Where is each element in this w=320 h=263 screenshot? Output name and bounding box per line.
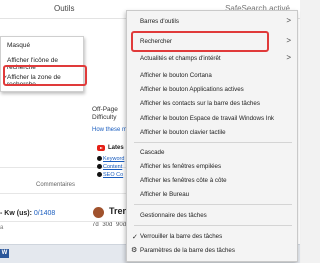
menu-item-active-apps[interactable]: Afficher le bouton Applications actives: [140, 86, 244, 93]
content-link[interactable]: Content: [97, 164, 122, 170]
menu-item-taskbar-settings[interactable]: Paramètres de la barre des tâches: [140, 247, 235, 254]
submenu-item-hidden[interactable]: Masqué: [7, 42, 30, 49]
keyword-link[interactable]: Keyword: [97, 156, 124, 162]
difficulty-label: Difficulty: [92, 114, 117, 121]
gear-icon: ⚙: [131, 247, 138, 254]
menu-item-show-desktop[interactable]: Afficher le Bureau: [140, 191, 189, 198]
menu-item-news-interests[interactable]: Actualités et champs d'intérêt: [140, 55, 221, 62]
menu-item-touch-keyboard[interactable]: Afficher le bouton clavier tactile: [140, 129, 226, 136]
bullet-icon: [97, 164, 102, 169]
menu-item-toolbars[interactable]: Barres d'outils: [140, 18, 179, 25]
menu-separator: [134, 204, 292, 205]
offpage-difficulty-heading: Off-Page Difficulty: [92, 106, 118, 122]
divider: [0, 193, 130, 194]
menu-separator: [134, 225, 292, 226]
offpage-title: Off-Page: [92, 106, 118, 113]
divider: [0, 221, 130, 222]
menu-item-cortana[interactable]: Afficher le bouton Cortana: [140, 72, 212, 79]
menu-item-cascade[interactable]: Cascade: [140, 149, 164, 156]
menu-item-stacked[interactable]: Afficher les fenêtres empilées: [140, 163, 221, 170]
menu-item-lock-taskbar[interactable]: Verrouiller la barre des tâches: [140, 233, 222, 240]
seo-link[interactable]: SEO Co: [97, 172, 123, 178]
highlight-box: [131, 31, 269, 52]
keyword-unit: (us):: [16, 210, 32, 217]
keyword-count[interactable]: 0/1408: [34, 210, 55, 217]
comments-label[interactable]: Commentaires: [36, 182, 75, 188]
chevron-right-icon: >: [286, 16, 291, 25]
chevron-right-icon: >: [286, 36, 291, 45]
menu-item-side-by-side[interactable]: Afficher les fenêtres côte à côte: [140, 177, 227, 184]
truncated-text: a: [0, 225, 4, 231]
period-tabs[interactable]: 7d 30d 90d: [92, 222, 126, 228]
menu-item-task-manager[interactable]: Gestionnaire des tâches: [140, 212, 207, 219]
chevron-right-icon: >: [286, 53, 291, 62]
menu-item-contacts[interactable]: Afficher les contacts sur la barre des t…: [140, 100, 260, 107]
keyword-stat: - Kw (us): 0/1408: [0, 210, 55, 217]
taskbar-context-menu: Barres d'outils > Rechercher > Actualité…: [126, 10, 298, 262]
avatar: [93, 207, 104, 218]
youtube-icon: [97, 145, 105, 151]
bullet-icon: [97, 156, 102, 161]
bullet-icon: [97, 172, 102, 177]
highlight-box: [3, 65, 87, 86]
menu-item-windows-ink[interactable]: Afficher le bouton Espace de travail Win…: [140, 115, 274, 122]
keyword-label: - Kw: [0, 210, 15, 217]
tools-menu[interactable]: Outils: [54, 4, 74, 13]
word-app-icon[interactable]: W: [0, 249, 9, 258]
latest-label: Lates: [108, 145, 124, 151]
menu-separator: [134, 142, 292, 143]
check-icon: ✓: [132, 234, 138, 241]
how-measure-link[interactable]: How these m: [92, 127, 127, 133]
